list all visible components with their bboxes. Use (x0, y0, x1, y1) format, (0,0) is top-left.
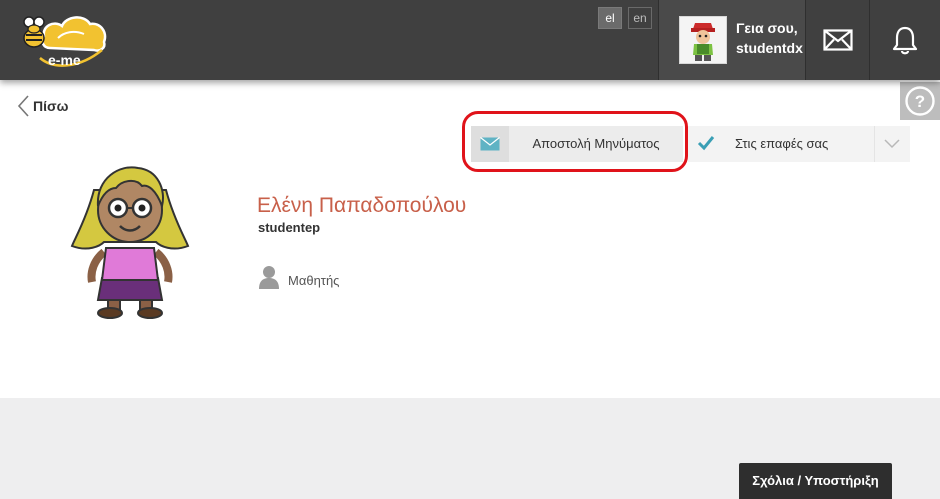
contacts-label: Στις επαφές σας (735, 136, 829, 151)
send-message-label: Αποστολή Μηνύματος (532, 136, 660, 151)
help-button[interactable]: ? (900, 82, 940, 120)
user-greeting: Γεια σου, studentdx (736, 18, 803, 58)
user-menu[interactable]: Γεια σου, studentdx (658, 0, 806, 80)
person-icon (259, 266, 279, 289)
envelope-icon (480, 137, 500, 151)
envelope-icon (822, 29, 853, 51)
language-el-button[interactable]: el (598, 7, 622, 29)
feedback-support-button[interactable]: Σχόλια / Υποστήριξη (739, 463, 892, 499)
contacts-status-button[interactable]: Στις επαφές σας (688, 126, 910, 162)
logo-text: e-me (48, 52, 81, 68)
profile-username: studentep (258, 220, 321, 235)
send-message-icon-box (471, 126, 509, 162)
check-icon (697, 136, 715, 151)
help-label: ? (915, 92, 925, 111)
question-icon: ? (905, 86, 935, 116)
language-en-button[interactable]: en (628, 7, 652, 29)
username-label: studentdx (736, 40, 803, 56)
profile-role: Μαθητής (258, 265, 339, 289)
chevron-down-icon (884, 139, 900, 149)
notifications-button[interactable] (870, 0, 940, 80)
e-me-logo[interactable]: e-me (14, 8, 114, 74)
user-avatar (679, 16, 727, 64)
chevron-left-icon (17, 95, 29, 117)
back-link[interactable]: Πίσω (17, 95, 68, 117)
back-label: Πίσω (33, 98, 69, 114)
send-message-button[interactable]: Αποστολή Μηνύματος (471, 126, 683, 162)
greeting-line: Γεια σου, (736, 20, 798, 36)
messages-button[interactable] (806, 0, 870, 80)
role-label: Μαθητής (288, 272, 340, 288)
profile-avatar (68, 160, 192, 320)
profile-name: Ελένη Παπαδοπούλου (257, 194, 467, 217)
contacts-dropdown-toggle[interactable] (874, 126, 910, 162)
bell-icon (892, 26, 918, 55)
top-bar: e-me el en Γεια σου, studentdx (0, 0, 940, 80)
